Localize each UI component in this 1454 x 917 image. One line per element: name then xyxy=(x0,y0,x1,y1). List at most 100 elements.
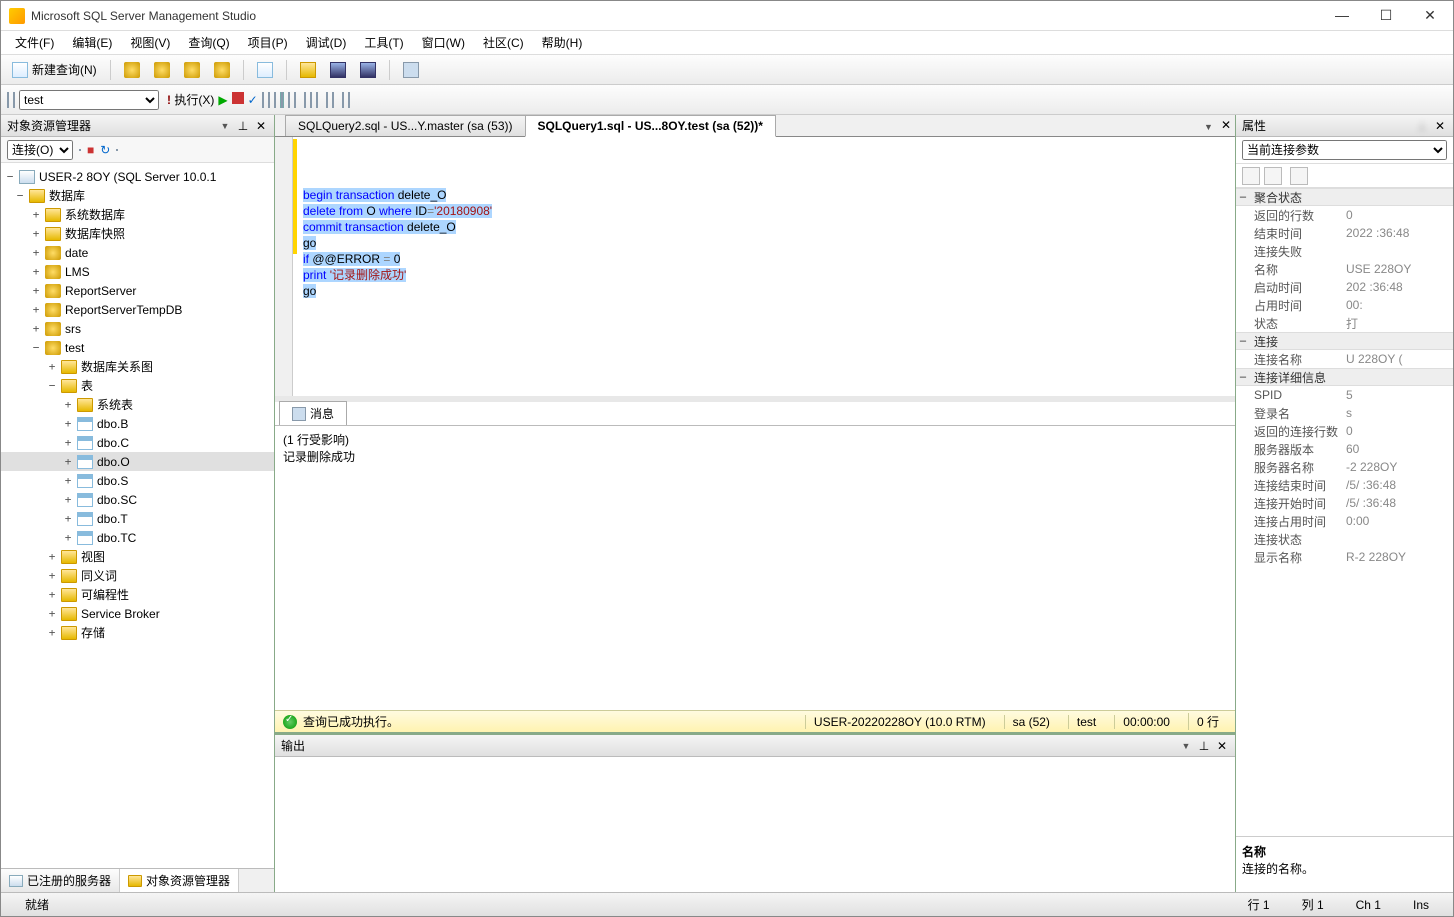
tree-db-date[interactable]: +date xyxy=(1,243,274,262)
intellisense-button[interactable] xyxy=(348,93,350,107)
uncomment-button[interactable] xyxy=(310,93,312,107)
menu-window[interactable]: 窗口(W) xyxy=(414,32,473,53)
property-row[interactable]: 连接结束时间 /5/ :36:48 xyxy=(1236,476,1453,494)
connect-button[interactable] xyxy=(7,93,9,107)
tree-diagrams[interactable]: +数据库关系图 xyxy=(1,357,274,376)
pin-icon[interactable]: ⊥ xyxy=(1197,739,1211,753)
menu-project[interactable]: 项目(P) xyxy=(240,32,296,53)
menu-query[interactable]: 查询(Q) xyxy=(180,32,237,53)
property-row[interactable]: SPID5 xyxy=(1236,386,1453,404)
stop-icon[interactable]: ■ xyxy=(87,143,94,157)
tree-databases[interactable]: −数据库 xyxy=(1,186,274,205)
alphabetical-icon[interactable] xyxy=(1264,167,1282,185)
tree-views[interactable]: +视图 xyxy=(1,547,274,566)
comment-button[interactable] xyxy=(304,93,306,107)
property-row[interactable]: 连接失败 xyxy=(1236,242,1453,260)
messages-tab[interactable]: 消息 xyxy=(279,401,347,425)
tree-table-c[interactable]: +dbo.C xyxy=(1,433,274,452)
include-plan-button[interactable] xyxy=(268,93,270,107)
filter-icon[interactable] xyxy=(116,149,118,151)
menu-community[interactable]: 社区(C) xyxy=(475,32,532,53)
property-object-dropdown[interactable]: 当前连接参数 xyxy=(1242,140,1447,160)
results-to-text-button[interactable] xyxy=(288,93,290,107)
menu-view[interactable]: 视图(V) xyxy=(122,32,178,53)
stop-button[interactable] xyxy=(232,92,244,107)
new-file-button[interactable] xyxy=(252,59,278,81)
tree-programmability[interactable]: +可编程性 xyxy=(1,585,274,604)
panel-close-icon[interactable]: ✕ xyxy=(254,119,268,133)
property-row[interactable]: 连接名称U 228OY ( xyxy=(1236,350,1453,368)
object-explorer-tree[interactable]: −USER-2 8OY (SQL Server 10.0.1 −数据库 +系统数… xyxy=(1,163,274,868)
panel-position-icon[interactable]: ▼ xyxy=(1179,739,1193,753)
tree-db-reportserver[interactable]: +ReportServer xyxy=(1,281,274,300)
tree-tables[interactable]: −表 xyxy=(1,376,274,395)
property-row[interactable]: 返回的行数0 xyxy=(1236,206,1453,224)
menu-help[interactable]: 帮助(H) xyxy=(534,32,591,53)
tree-table-tc[interactable]: +dbo.TC xyxy=(1,528,274,547)
open-button[interactable] xyxy=(295,59,321,81)
include-stats-button[interactable] xyxy=(274,93,276,107)
tab-registered-servers[interactable]: 已注册的服务器 xyxy=(1,869,120,892)
close-button[interactable]: ✕ xyxy=(1415,7,1445,24)
specify-values-button[interactable] xyxy=(342,93,344,107)
activity-monitor-button[interactable] xyxy=(398,59,424,81)
property-row[interactable]: 连接状态 xyxy=(1236,530,1453,548)
tree-synonyms[interactable]: +同义词 xyxy=(1,566,274,585)
tree-system-tables[interactable]: +系统表 xyxy=(1,395,274,414)
property-row[interactable]: 显示名称 R-2 228OY xyxy=(1236,548,1453,566)
save-button[interactable] xyxy=(325,59,351,81)
results-to-grid-button[interactable] xyxy=(280,92,284,108)
tree-table-t[interactable]: +dbo.T xyxy=(1,509,274,528)
panel-position-icon[interactable]: ▼ xyxy=(218,119,232,133)
db-engine-query-button-4[interactable] xyxy=(209,59,235,81)
pin-icon[interactable]: ⊥ xyxy=(1415,119,1429,133)
indent-button[interactable] xyxy=(326,93,328,107)
debug-button[interactable]: ▶ xyxy=(218,93,227,107)
tree-db-lms[interactable]: +LMS xyxy=(1,262,274,281)
tree-service-broker[interactable]: +Service Broker xyxy=(1,604,274,623)
display-plan-button[interactable] xyxy=(262,93,264,107)
tree-table-sc[interactable]: +dbo.SC xyxy=(1,490,274,509)
property-row[interactable]: 返回的连接行数0 xyxy=(1236,422,1453,440)
tree-system-databases[interactable]: +系统数据库 xyxy=(1,205,274,224)
property-category[interactable]: −聚合状态 xyxy=(1236,188,1453,206)
change-connection-button[interactable] xyxy=(13,93,15,107)
menu-tools[interactable]: 工具(T) xyxy=(356,32,411,53)
panel-close-icon[interactable]: ✕ xyxy=(1215,739,1229,753)
new-query-button[interactable]: 新建查询(N) xyxy=(7,58,102,81)
tree-table-b[interactable]: +dbo.B xyxy=(1,414,274,433)
property-row[interactable]: 启动时间202 :36:48 xyxy=(1236,278,1453,296)
save-all-button[interactable] xyxy=(355,59,381,81)
property-grid[interactable]: −聚合状态返回的行数0结束时间2022 :36:48连接失败名称USE 228O… xyxy=(1236,188,1453,836)
connect-dropdown[interactable]: 连接(O) xyxy=(7,140,73,160)
database-selector[interactable]: test xyxy=(19,90,159,110)
property-row[interactable]: 登录名s xyxy=(1236,404,1453,422)
db-engine-query-button[interactable] xyxy=(119,59,145,81)
property-pages-icon[interactable] xyxy=(1290,167,1308,185)
tree-database-snapshots[interactable]: +数据库快照 xyxy=(1,224,274,243)
tree-server[interactable]: −USER-2 8OY (SQL Server 10.0.1 xyxy=(1,167,274,186)
tree-db-reportservertempdb[interactable]: +ReportServerTempDB xyxy=(1,300,274,319)
menu-debug[interactable]: 调试(D) xyxy=(298,32,355,53)
property-row[interactable]: 名称USE 228OY xyxy=(1236,260,1453,278)
pin-icon[interactable]: ⊥ xyxy=(236,119,250,133)
results-to-file-button[interactable] xyxy=(294,93,296,107)
outdent-button[interactable] xyxy=(332,93,334,107)
property-category[interactable]: −连接 xyxy=(1236,332,1453,350)
property-category[interactable]: −连接详细信息 xyxy=(1236,368,1453,386)
property-row[interactable]: 连接占用时间 0:00 xyxy=(1236,512,1453,530)
menu-edit[interactable]: 编辑(E) xyxy=(64,32,120,53)
sqlcmd-button[interactable] xyxy=(316,93,318,107)
db-engine-query-button-2[interactable] xyxy=(149,59,175,81)
tab-list-icon[interactable]: ▼ xyxy=(1200,118,1217,136)
property-row[interactable]: 服务器版本 60 xyxy=(1236,440,1453,458)
disconnect-icon[interactable] xyxy=(79,149,81,151)
maximize-button[interactable]: ☐ xyxy=(1371,7,1401,24)
tree-storage[interactable]: +存储 xyxy=(1,623,274,642)
property-row[interactable]: 占用时间00: xyxy=(1236,296,1453,314)
menu-file[interactable]: 文件(F) xyxy=(7,32,62,53)
db-engine-query-button-3[interactable] xyxy=(179,59,205,81)
messages-pane[interactable]: (1 行受影响) 记录删除成功 xyxy=(275,426,1235,710)
tab-sqlquery1[interactable]: SQLQuery1.sql - US...8OY.test (sa (52))* xyxy=(525,115,776,137)
execute-button[interactable]: ! 执行(X) xyxy=(167,91,214,108)
